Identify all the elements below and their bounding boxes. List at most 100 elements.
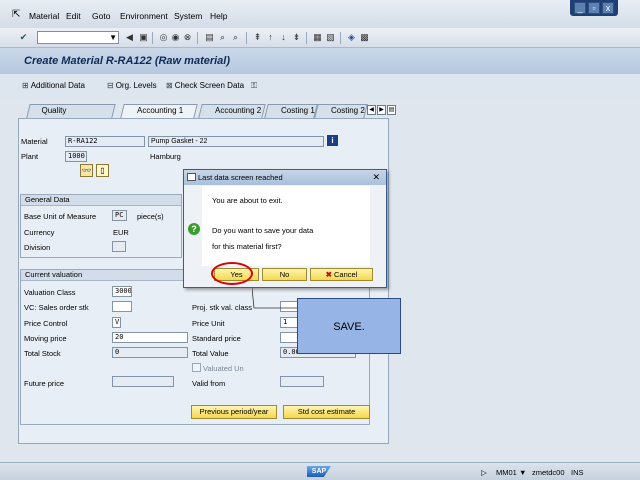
valuated-un-label: Valuated Un — [203, 364, 244, 373]
shortcut-icon[interactable]: ▧ — [325, 32, 336, 43]
std-cost-estimate-button[interactable]: Std cost estimate — [283, 405, 370, 419]
exit-icon[interactable]: ◉ — [170, 32, 181, 43]
first-page-icon[interactable]: ⇞ — [252, 32, 263, 43]
cancel-button[interactable]: ✖ Cancel — [310, 268, 373, 281]
menu-goto[interactable]: Goto — [92, 11, 110, 21]
menu-system[interactable]: System — [174, 11, 202, 21]
base-uom-label: Base Unit of Measure — [24, 212, 97, 221]
org-levels-button[interactable]: ⊟ Org. Levels — [107, 81, 157, 90]
maximize-button[interactable]: ▫ — [588, 2, 600, 14]
valid-from-label: Valid from — [192, 379, 226, 388]
check-screen-data-label: Check Screen Data — [174, 81, 245, 90]
lock-button[interactable]: ⚿ — [251, 81, 257, 91]
tab-accounting-2[interactable]: Accounting 2 — [198, 104, 266, 118]
general-data-title: General Data — [21, 195, 181, 206]
last-page-icon[interactable]: ⇟ — [291, 32, 302, 43]
glasses-icon[interactable]: 👓 — [80, 164, 93, 177]
close-window-button[interactable]: x — [602, 2, 614, 14]
print-icon[interactable]: ▤ — [204, 32, 215, 43]
toolbar-separator — [306, 32, 307, 44]
tab-costing-1[interactable]: Costing 1 — [264, 104, 318, 118]
cancel-x-icon: ✖ — [325, 270, 334, 279]
status-server: zmetdc00 — [532, 468, 565, 477]
dialog-line-3: for this material first? — [212, 242, 282, 251]
base-uom-field: PC — [112, 210, 127, 221]
valid-from-field — [280, 376, 324, 387]
save-callout: SAVE. — [297, 298, 401, 354]
standard-toolbar: ✔ ▼ ◀ ▣ ◎ ◉ ⊗ ▤ ⌕ ⌕ ⇞ ↑ ↓ ⇟ ▦ ▧ ◈ ▩ — [0, 28, 640, 48]
additional-data-label: Additional Data — [30, 81, 85, 90]
tab-quality-management[interactable]: Quality management — [26, 104, 116, 127]
total-value-label: Total Value — [192, 349, 229, 358]
exit-menu-icon[interactable]: ⇱ — [12, 10, 22, 20]
status-system[interactable]: MM01 — [496, 468, 517, 477]
tab-label: Costing 1 — [281, 106, 315, 115]
check-screen-data-button[interactable]: ⊠ Check Screen Data — [166, 81, 244, 90]
dialog-close-icon[interactable]: ✕ — [372, 172, 380, 182]
find-icon[interactable]: ⌕ — [217, 32, 228, 43]
future-price-field — [112, 376, 174, 387]
tab-scroll-right-icon[interactable]: ▶ — [377, 105, 386, 115]
toolbar-separator — [197, 32, 198, 44]
price-control-field[interactable]: V — [112, 317, 121, 328]
highlight-circle — [211, 262, 253, 285]
cancel-icon[interactable]: ⊗ — [182, 32, 193, 43]
enter-icon[interactable]: ✔ — [18, 32, 29, 43]
tab-list-icon[interactable]: ▤ — [387, 105, 396, 115]
status-dropdown-icon[interactable]: ▼ — [519, 468, 526, 477]
total-stock-label: Total Stock — [24, 349, 61, 358]
info-icon[interactable]: i — [327, 135, 338, 146]
callout-pointer — [252, 288, 300, 309]
menu-help[interactable]: Help — [210, 11, 227, 21]
valuation-class-label: Valuation Class — [24, 288, 76, 297]
dialog-body: You are about to exit. Do you want to sa… — [202, 186, 370, 266]
cancel-label: Cancel — [334, 270, 358, 279]
dialog-title: Last data screen reached — [198, 173, 283, 182]
proj-stk-val-label: Proj. stk val. class — [192, 303, 253, 312]
toolbar-separator — [246, 32, 247, 44]
moving-price-field[interactable]: 20 — [112, 332, 188, 343]
valuated-un-checkbox[interactable] — [192, 363, 201, 372]
previous-period-button[interactable]: Previous period/year — [191, 405, 277, 419]
material-label: Material — [21, 137, 48, 146]
tab-label: Costing 2 — [331, 106, 365, 115]
tab-accounting-1[interactable]: Accounting 1 — [120, 104, 198, 118]
layout-icon[interactable]: ▩ — [359, 32, 370, 43]
save-icon[interactable]: ▣ — [138, 32, 149, 43]
tab-costing-2[interactable]: Costing 2 — [314, 104, 368, 118]
minimize-button[interactable]: _ — [574, 2, 586, 14]
org-levels-icon: ⊟ — [107, 81, 114, 90]
menu-material[interactable]: Material — [29, 11, 59, 21]
status-mode[interactable]: INS — [571, 468, 584, 477]
new-session-icon[interactable]: ▦ — [312, 32, 323, 43]
vc-sales-order-field[interactable] — [112, 301, 132, 312]
tab-scroll-left-icon[interactable]: ◀ — [367, 105, 376, 115]
help-icon[interactable]: ◈ — [346, 32, 357, 43]
next-page-icon[interactable]: ↓ — [278, 32, 289, 43]
plant-name: Hamburg — [150, 152, 181, 161]
command-field[interactable]: ▼ — [37, 31, 119, 44]
material-description-field: Pump Gasket - 22 — [148, 136, 324, 147]
document-icon[interactable]: ▯ — [96, 164, 109, 177]
org-levels-label: Org. Levels — [115, 81, 157, 90]
toolbar-separator — [152, 32, 153, 44]
price-unit-label: Price Unit — [192, 319, 225, 328]
additional-data-button[interactable]: ⊞ Additional Data — [22, 81, 85, 90]
find-next-icon[interactable]: ⌕ — [230, 32, 241, 43]
status-play-icon[interactable]: ▷ — [481, 468, 487, 477]
valuation-class-field[interactable]: 3000 — [112, 286, 132, 297]
menu-environment[interactable]: Environment — [120, 11, 168, 21]
previous-page-icon[interactable]: ↑ — [265, 32, 276, 43]
future-price-label: Future price — [24, 379, 65, 388]
no-button[interactable]: No — [262, 268, 307, 281]
back-arrow-icon[interactable]: ◀ — [124, 32, 135, 43]
material-field: R-RA122 — [65, 136, 145, 147]
division-label: Division — [24, 243, 51, 252]
window-controls: _ ▫ x — [570, 0, 618, 16]
command-dropdown-icon[interactable]: ▼ — [109, 32, 117, 43]
tab-label: Accounting 1 — [137, 106, 184, 115]
tab-label: Accounting 2 — [215, 106, 262, 115]
question-icon: ? — [188, 223, 200, 235]
menu-edit[interactable]: Edit — [66, 11, 81, 21]
back-icon[interactable]: ◎ — [158, 32, 169, 43]
